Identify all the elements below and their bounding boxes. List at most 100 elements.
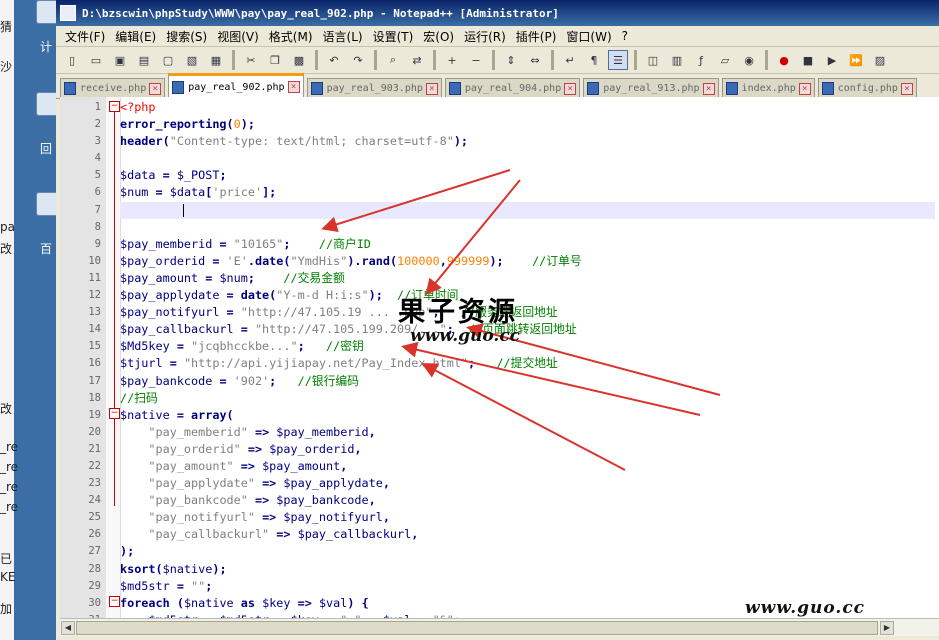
- fold-toggle-icon[interactable]: −: [109, 596, 120, 607]
- code-token: "pay_memberid": [148, 424, 248, 439]
- udl-icon[interactable]: ◫: [643, 50, 663, 70]
- desktop-fragment-text: 已: [0, 552, 13, 566]
- menu-item[interactable]: 窗口(W): [561, 28, 616, 45]
- print-icon[interactable]: ▦: [206, 50, 226, 70]
- tab-receive-php[interactable]: receive.php ×: [60, 78, 166, 98]
- open-file-icon[interactable]: ▭: [86, 50, 106, 70]
- record-icon[interactable]: ●: [774, 50, 794, 70]
- recycle-bin-icon[interactable]: [36, 92, 58, 116]
- close-all-icon[interactable]: ▧: [182, 50, 202, 70]
- monitor-icon[interactable]: ◉: [739, 50, 759, 70]
- play-multi-icon[interactable]: ⏩: [846, 50, 866, 70]
- folder-icon[interactable]: ▱: [715, 50, 735, 70]
- line-number: 27: [88, 545, 101, 558]
- save-icon[interactable]: ▣: [110, 50, 130, 70]
- tab-index-php[interactable]: index.php ×: [721, 78, 815, 98]
- code-line: 6 $num = $data['price'];: [95, 184, 582, 201]
- fold-toggle-icon[interactable]: −: [109, 408, 120, 419]
- desktop-fragment-text: _re: [0, 460, 19, 474]
- code-line: 2 error_reporting(0);: [95, 116, 582, 133]
- close-tab-icon[interactable]: ×: [425, 82, 438, 95]
- code-editor[interactable]: − − − 1 <?php 2 error_reporting(0); 3 header(…: [60, 97, 939, 627]
- indent-guide-icon[interactable]: ☰: [608, 50, 628, 70]
- wrap-icon[interactable]: ↵: [560, 50, 580, 70]
- sync-h-icon[interactable]: ⇔: [525, 50, 545, 70]
- code-token: ,: [382, 476, 390, 491]
- scrollbar-thumb[interactable]: [76, 621, 878, 635]
- menu-item[interactable]: 文件(F): [60, 28, 110, 45]
- doc-map-icon[interactable]: ▥: [667, 50, 687, 70]
- menu-item[interactable]: 插件(P): [511, 28, 562, 45]
- close-tab-icon[interactable]: ×: [798, 82, 811, 95]
- menu-item[interactable]: 语言(L): [318, 28, 368, 45]
- code-token: );: [240, 117, 255, 132]
- menu-item[interactable]: 设置(T): [368, 28, 419, 45]
- menu-item[interactable]: 搜索(S): [161, 28, 212, 45]
- zoom-in-icon[interactable]: +: [442, 50, 462, 70]
- line-number: 18: [88, 391, 101, 404]
- menu-item[interactable]: 宏(O): [418, 28, 459, 45]
- tab-pay_real_902-php[interactable]: pay_real_902.php ×: [168, 73, 304, 98]
- show-all-icon[interactable]: ¶: [584, 50, 604, 70]
- line-number: 10: [88, 254, 101, 267]
- close-tab-icon[interactable]: ×: [702, 82, 715, 95]
- close-tab-icon[interactable]: ×: [564, 82, 577, 95]
- code-token: $pay_orderid: [269, 441, 355, 456]
- desktop-fragment-text: 回: [40, 142, 53, 156]
- code-token: .: [247, 253, 255, 268]
- toolbar-separator: [315, 50, 318, 70]
- menu-item[interactable]: 视图(V): [212, 28, 264, 45]
- zoom-out-icon[interactable]: −: [466, 50, 486, 70]
- new-file-icon[interactable]: ▯: [62, 50, 82, 70]
- replace-icon[interactable]: ⇄: [407, 50, 427, 70]
- sync-v-icon[interactable]: ⇕: [501, 50, 521, 70]
- line-number: 4: [94, 152, 101, 165]
- tab-pay_real_913-php[interactable]: pay_real_913.php ×: [583, 78, 719, 98]
- menu-item[interactable]: ?: [617, 29, 633, 43]
- scroll-left-icon[interactable]: ◀: [61, 621, 75, 635]
- horizontal-scrollbar[interactable]: ◀ ▶: [60, 618, 939, 636]
- title-bar[interactable]: D:\bzscwin\phpStudy\WWW\pay\pay_real_902…: [56, 0, 939, 26]
- baidu-shortcut-icon[interactable]: [36, 192, 58, 216]
- fold-line: [114, 111, 115, 506]
- code-token: ,: [382, 510, 390, 525]
- code-token: =: [162, 356, 184, 371]
- undo-icon[interactable]: ↶: [324, 50, 344, 70]
- cut-icon[interactable]: ✂: [241, 50, 261, 70]
- save-macro-icon[interactable]: ▨: [870, 50, 890, 70]
- find-icon[interactable]: ⌕: [383, 50, 403, 70]
- menu-item[interactable]: 运行(R): [459, 28, 511, 45]
- code-token: 'E': [226, 253, 248, 268]
- toolbar-separator: [374, 50, 377, 70]
- tab-pay_real_904-php[interactable]: pay_real_904.php ×: [444, 78, 581, 98]
- watermark-corner-url: www.guo.cc: [745, 598, 866, 618]
- code-token: ).: [347, 253, 362, 268]
- function-list-icon[interactable]: ƒ: [691, 50, 711, 70]
- paste-icon[interactable]: ▩: [289, 50, 309, 70]
- redo-icon[interactable]: ↷: [348, 50, 368, 70]
- code-token: =>: [290, 595, 319, 610]
- menu-item[interactable]: 格式(M): [264, 28, 318, 45]
- tab-pay_real_903-php[interactable]: pay_real_903.php ×: [306, 78, 442, 98]
- close-tab-icon[interactable]: ×: [900, 82, 913, 95]
- code-token: date: [254, 253, 284, 268]
- code-token: //密钥: [304, 339, 364, 354]
- copy-icon[interactable]: ❐: [265, 50, 285, 70]
- menu-item[interactable]: 编辑(E): [110, 28, 161, 45]
- stop-icon[interactable]: ■: [798, 50, 818, 70]
- close-icon[interactable]: ▢: [158, 50, 178, 70]
- code-token: $native: [183, 595, 234, 610]
- save-all-icon[interactable]: ▤: [134, 50, 154, 70]
- play-icon[interactable]: ▶: [822, 50, 842, 70]
- code-token: //订单号: [503, 253, 582, 268]
- close-tab-icon[interactable]: ×: [149, 82, 162, 95]
- close-tab-icon[interactable]: ×: [287, 81, 300, 93]
- desktop-shortcut-icon[interactable]: [36, 0, 58, 24]
- code-token: );: [453, 134, 469, 149]
- line-number: 23: [88, 477, 101, 490]
- desktop-fragment-text: _re: [0, 480, 19, 494]
- scroll-right-icon[interactable]: ▶: [880, 621, 894, 635]
- code-token: =: [219, 305, 241, 320]
- tab-config-php[interactable]: config.php ×: [817, 78, 917, 98]
